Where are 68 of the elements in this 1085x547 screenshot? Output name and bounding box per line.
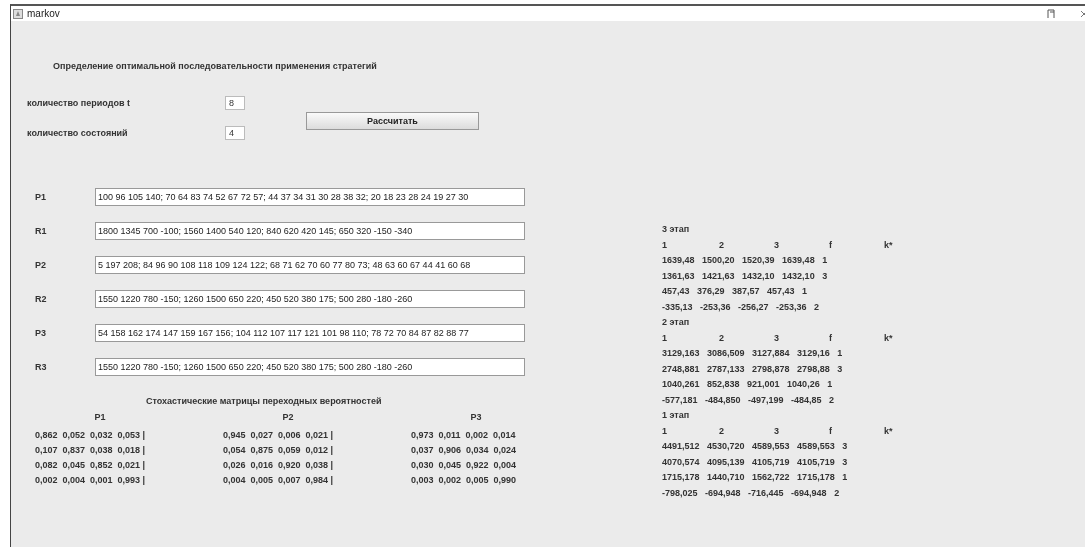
- matrix-row-text: 0,107 0,837 0,038 0,018 |: [35, 445, 147, 455]
- column-header: k*: [884, 425, 894, 436]
- column-header: 2: [719, 425, 725, 436]
- column-header: 2: [719, 332, 725, 343]
- result-row: 1040,261 852,838 921,001 1040,26 1: [662, 379, 833, 389]
- result-row: 2748,881 2787,133 2798,878 2798,88 3: [662, 363, 843, 374]
- result-row: 4491,512 4530,720 4589,553 4589,553 3: [662, 441, 848, 451]
- result-row: -577,181 -484,850 -497,199 -484,85 2: [662, 394, 835, 405]
- result-row: 4070,574 4095,139 4105,719 4105,719 3: [662, 456, 848, 467]
- input-field[interactable]: 1800 1345 700 -100; 1560 1400 540 120; 840 620 420 145; 650 320 -150 -340: [95, 222, 525, 240]
- column-header: f: [829, 239, 833, 250]
- result-row: 1715,178 1440,710 1562,722 1715,178 1: [662, 472, 848, 482]
- matrix-label: R2: [35, 294, 48, 304]
- column-header: 2: [719, 239, 725, 250]
- column-header: k*: [884, 239, 894, 250]
- input-field[interactable]: 1550 1220 780 -150; 1260 1500 650 220; 450 520 380 175; 500 280 -180 -260: [95, 290, 525, 308]
- input-field[interactable]: 1550 1220 780 -150; 1260 1500 650 220; 450 520 380 175; 500 280 -180 -260: [95, 358, 525, 376]
- matrix-name: P3: [469, 412, 483, 422]
- stage-title: 3 этап: [662, 224, 690, 234]
- setting-label: количество состояний: [27, 128, 129, 138]
- column-header: 1: [662, 239, 668, 250]
- matrices-title: Стохастические матрицы переходных вероятностей: [146, 396, 383, 406]
- column-header: f: [829, 425, 833, 436]
- matrix-row-text: 0,030 0,045 0,922 0,004: [411, 460, 518, 470]
- result-row: 457,43 376,29 387,57 457,43 1: [662, 286, 808, 296]
- column-header: k*: [884, 332, 894, 343]
- result-row: -798,025 -694,948 -716,445 -694,948 2: [662, 487, 840, 498]
- input-field[interactable]: 8: [225, 96, 245, 110]
- stage-title: 1 этап: [662, 410, 690, 420]
- matrix-label: R1: [35, 226, 48, 236]
- matrix-label: P2: [35, 260, 47, 270]
- matrix-row-text: 0,082 0,045 0,852 0,021 |: [35, 460, 147, 470]
- matrix-row-text: 0,026 0,016 0,920 0,038 |: [223, 460, 335, 470]
- matrix-row-text: 0,004 0,005 0,007 0,984 |: [223, 475, 335, 485]
- column-header: 3: [774, 239, 780, 250]
- matrix-row-text: 0,862 0,052 0,032 0,053 |: [35, 430, 147, 440]
- column-header: f: [829, 332, 833, 343]
- maximize-icon[interactable]: [1047, 9, 1055, 18]
- matrix-label: P3: [35, 328, 47, 338]
- matrix-label: P1: [35, 192, 47, 202]
- result-row: 1639,48 1500,20 1520,39 1639,48 1: [662, 255, 828, 265]
- column-header: 1: [662, 332, 668, 343]
- app-icon: [13, 8, 23, 19]
- column-header: 1: [662, 425, 668, 436]
- input-field[interactable]: 54 158 162 174 147 159 167 156; 104 112 107 117 121 101 98 110; 78 72 70 84 87 82 88 77: [95, 324, 525, 342]
- result-row: -335,13 -253,36 -256,27 -253,36 2: [662, 301, 820, 312]
- matrix-row-text: 0,054 0,875 0,059 0,012 |: [223, 445, 335, 455]
- matrix-label: R3: [35, 362, 48, 372]
- matrix-row-text: 0,037 0,906 0,034 0,024: [411, 445, 518, 455]
- result-row: 3129,163 3086,509 3127,884 3129,16 1: [662, 348, 843, 358]
- result-row: 1361,63 1421,63 1432,10 1432,10 3: [662, 270, 828, 281]
- close-icon[interactable]: [1080, 9, 1085, 18]
- input-field[interactable]: 100 96 105 140; 70 64 83 74 52 67 72 57; 44 37 34 31 30 28 38 32; 20 18 23 28 24 19 27 30: [95, 188, 525, 206]
- input-field[interactable]: 5 197 208; 84 96 90 108 118 109 124 122; 68 71 62 70 60 77 80 73; 48 63 60 67 44 41 60 68: [95, 256, 525, 274]
- column-header: 3: [774, 425, 780, 436]
- matrix-row-text: 0,003 0,002 0,005 0,990: [411, 475, 518, 485]
- input-field[interactable]: 4: [225, 126, 245, 140]
- matrix-row-text: 0,945 0,027 0,006 0,021 |: [223, 430, 335, 440]
- matrix-row-text: 0,002 0,004 0,001 0,993 |: [35, 475, 147, 485]
- stage-title: 2 этап: [662, 317, 690, 327]
- matrix-row-text: 0,973 0,011 0,002 0,014: [411, 430, 517, 440]
- matrix-name: P1: [93, 412, 107, 422]
- matrix-name: P2: [281, 412, 295, 422]
- heading: Определение оптимальной последовательности применения стратегий: [53, 61, 378, 71]
- window-title: markov: [27, 8, 60, 19]
- calculate-button[interactable]: Рассчитать: [306, 112, 479, 130]
- setting-label: количество периодов t: [27, 98, 131, 108]
- column-header: 3: [774, 332, 780, 343]
